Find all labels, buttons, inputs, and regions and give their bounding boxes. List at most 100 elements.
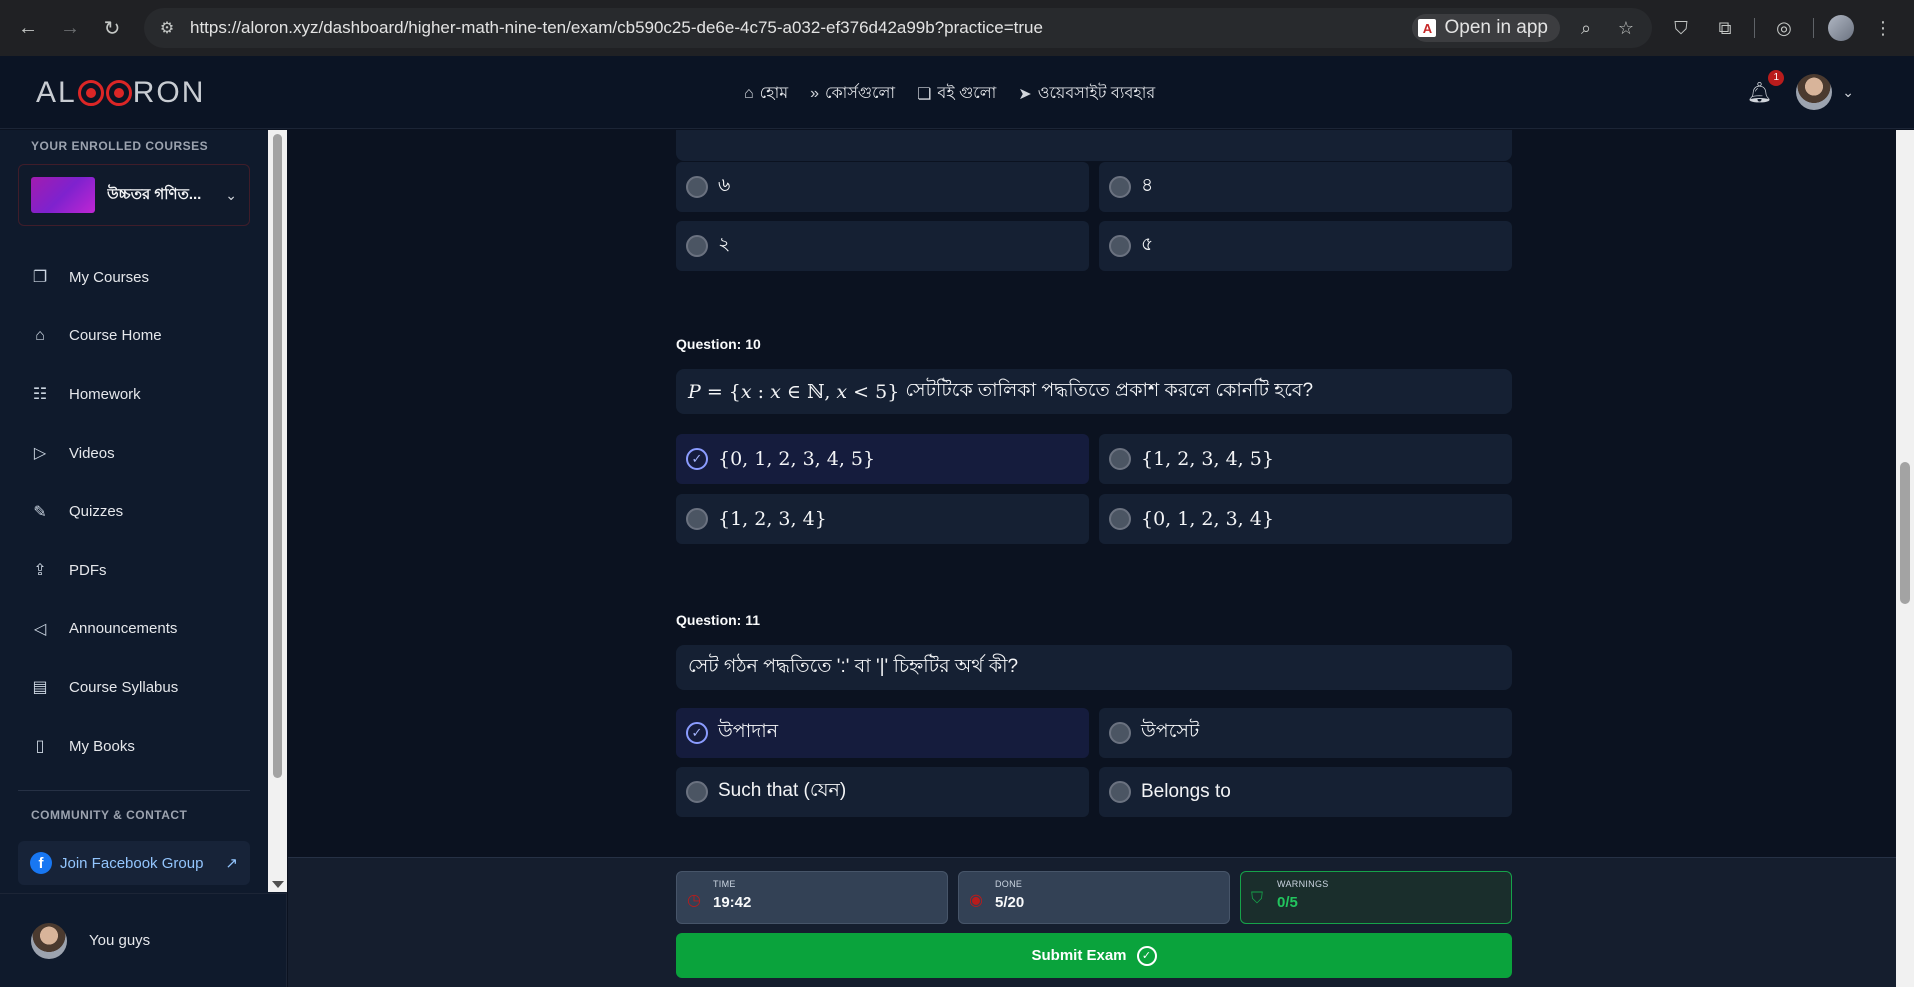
aloron-logo[interactable]: AL RON <box>36 76 205 110</box>
scrollbar-thumb[interactable] <box>273 134 282 778</box>
sidebar-item-label: Videos <box>69 444 115 462</box>
radio-button[interactable] <box>1109 722 1131 744</box>
previous-options: ৬ ৪ ২ ৫ <box>676 162 1512 272</box>
question-label: Question: 11 <box>676 612 761 628</box>
address-bar[interactable]: ⚙ https://aloron.xyz/dashboard/higher-ma… <box>144 8 1652 48</box>
option-text: {1, 2, 3, 4} <box>718 508 827 530</box>
done-stat: ◉ DONE 5/20 <box>958 871 1230 924</box>
book-open-icon: ❏ <box>917 85 932 103</box>
scrollbar-thumb[interactable] <box>1900 462 1910 604</box>
bookmark-star-icon[interactable]: ☆ <box>1612 18 1640 39</box>
extensions-puzzle-icon[interactable]: ⧉ <box>1710 18 1740 39</box>
open-in-app-button[interactable]: A Open in app <box>1412 14 1560 42</box>
radio-button[interactable] <box>1109 781 1131 803</box>
site-settings-icon[interactable]: ⚙ <box>156 18 178 38</box>
sidebar-item-course-syllabus[interactable]: ▤ Course Syllabus <box>0 658 268 717</box>
more-menu-icon[interactable]: ⋮ <box>1868 18 1898 39</box>
home-icon: ⌂ <box>35 326 45 344</box>
user-menu[interactable]: ⌄ <box>1796 74 1854 110</box>
nav-books[interactable]: ❏ বই গুলো <box>917 80 996 107</box>
option-b[interactable]: {1, 2, 3, 4, 5} <box>1099 434 1512 484</box>
option-text: ৪ <box>1141 175 1154 196</box>
nav-website-usage[interactable]: ➤ ওয়েবসাইট ব্যবহার <box>1018 80 1155 107</box>
sidebar-scrollbar[interactable] <box>268 130 287 892</box>
check-circle-icon[interactable]: ✓ <box>686 448 708 470</box>
shield-icon: ⛉ <box>1251 890 1264 907</box>
forward-icon[interactable]: → <box>52 10 88 46</box>
sidebar-item-label: My Courses <box>69 268 150 286</box>
option-d[interactable]: {0, 1, 2, 3, 4} <box>1099 494 1512 544</box>
zoom-icon[interactable]: ⌕ <box>1572 18 1600 39</box>
sidebar-item-quizzes[interactable]: ✎ Quizzes <box>0 482 268 541</box>
option-c[interactable]: Such that (যেন) <box>676 767 1089 817</box>
notification-bell-icon[interactable]: 🔔︎ 1 <box>1747 69 1785 105</box>
option-b[interactable]: উপসেট <box>1099 708 1512 758</box>
option-text: {0, 1, 2, 3, 4} <box>1141 508 1274 530</box>
scroll-down-arrow-icon[interactable] <box>272 881 284 888</box>
nav-courses[interactable]: » কোর্সগুলো <box>810 80 895 107</box>
radio-button[interactable] <box>1109 235 1131 257</box>
target-icon: ◉ <box>969 892 983 909</box>
option-text: Belongs to <box>1141 781 1231 802</box>
browser-toolbar: ← → ↻ ⚙ https://aloron.xyz/dashboard/hig… <box>0 0 1914 56</box>
page-scrollbar[interactable] <box>1896 130 1914 987</box>
done-value: 5/20 <box>995 894 1025 911</box>
sidebar-item-course-home[interactable]: ⌂ Course Home <box>0 307 268 366</box>
nav-books-label: বই গুলো <box>937 85 997 102</box>
sidebar-item-videos[interactable]: ▷ Videos <box>0 424 268 483</box>
screenshot-icon[interactable]: ◎ <box>1769 18 1799 39</box>
reload-icon[interactable]: ↻ <box>94 10 130 46</box>
sidebar-item-homework[interactable]: ☷ Homework <box>0 365 268 424</box>
option-c[interactable]: {1, 2, 3, 4} <box>676 494 1089 544</box>
url-text[interactable]: https://aloron.xyz/dashboard/higher-math… <box>190 18 1400 38</box>
check-circle-icon[interactable]: ✓ <box>686 722 708 744</box>
option-text: উপাদান <box>718 721 779 742</box>
back-icon[interactable]: ← <box>10 10 46 46</box>
radio-button[interactable] <box>686 176 708 198</box>
math-expression: P = {x : x ∈ ℕ, x < 5} <box>688 380 900 403</box>
sidebar-item-my-courses[interactable]: ❐ My Courses <box>0 248 268 307</box>
exam-status-bar: ◷ TIME 19:42 ◉ DONE 5/20 ⛉ WARNINGS 0/5 … <box>288 857 1896 987</box>
option-a[interactable]: ✓ উপাদান <box>676 708 1089 758</box>
option-a[interactable]: ✓ {0, 1, 2, 3, 4, 5} <box>676 434 1089 484</box>
option-text: ২ <box>718 234 731 255</box>
play-circle-icon: ▷ <box>33 445 47 463</box>
facebook-icon: f <box>30 852 52 874</box>
sidebar-item-announcements[interactable]: ◁ Announcements <box>0 600 268 659</box>
radio-button[interactable] <box>1109 176 1131 198</box>
fast-forward-icon: » <box>810 84 819 102</box>
nav-home-label: হোম <box>759 85 789 102</box>
sidebar: YOUR ENROLLED COURSES উচ্চতর গণিত... ⌄ ❐… <box>0 130 287 987</box>
join-facebook-group-button[interactable]: f Join Facebook Group ↗ <box>18 841 250 885</box>
nav-home[interactable]: ⌂ হোম <box>744 80 788 107</box>
option-a[interactable]: ৬ <box>676 162 1089 212</box>
option-d[interactable]: Belongs to <box>1099 767 1512 817</box>
option-c[interactable]: ২ <box>676 221 1089 271</box>
book-icon: ❐ <box>32 269 48 287</box>
file-text-icon: ▤ <box>32 679 48 697</box>
radio-button[interactable] <box>1109 508 1131 530</box>
time-label: TIME <box>713 879 736 889</box>
submit-exam-button[interactable]: Submit Exam ✓ <box>676 933 1512 978</box>
radio-button[interactable] <box>686 508 708 530</box>
option-text: ৫ <box>1141 234 1154 255</box>
option-text: ৬ <box>718 175 731 196</box>
question-label: Question: 10 <box>676 336 761 352</box>
course-selector[interactable]: উচ্চতর গণিত... ⌄ <box>18 164 250 226</box>
option-b[interactable]: ৪ <box>1099 162 1512 212</box>
radio-button[interactable] <box>686 235 708 257</box>
radio-button[interactable] <box>686 781 708 803</box>
option-d[interactable]: ৫ <box>1099 221 1512 271</box>
sidebar-user[interactable]: You guys <box>0 893 287 987</box>
site-header: AL RON ⌂ হোম » কোর্সগুলো ❏ বই গুলো ➤ ওয়েবসাই… <box>0 56 1914 129</box>
radio-button[interactable] <box>1109 448 1131 470</box>
sidebar-item-pdfs[interactable]: ⇪ PDFs <box>0 541 268 600</box>
browser-profile-avatar[interactable] <box>1828 15 1854 41</box>
option-text: {0, 1, 2, 3, 4, 5} <box>718 448 876 470</box>
extension-shield-icon[interactable]: ⛉ <box>1666 18 1696 39</box>
question-text-box <box>676 130 1512 161</box>
sidebar-item-label: PDFs <box>69 561 107 579</box>
submit-exam-label: Submit Exam <box>1031 947 1127 964</box>
sidebar-item-my-books[interactable]: ▯ My Books <box>0 717 268 776</box>
sidebar-item-label: Homework <box>69 385 141 403</box>
